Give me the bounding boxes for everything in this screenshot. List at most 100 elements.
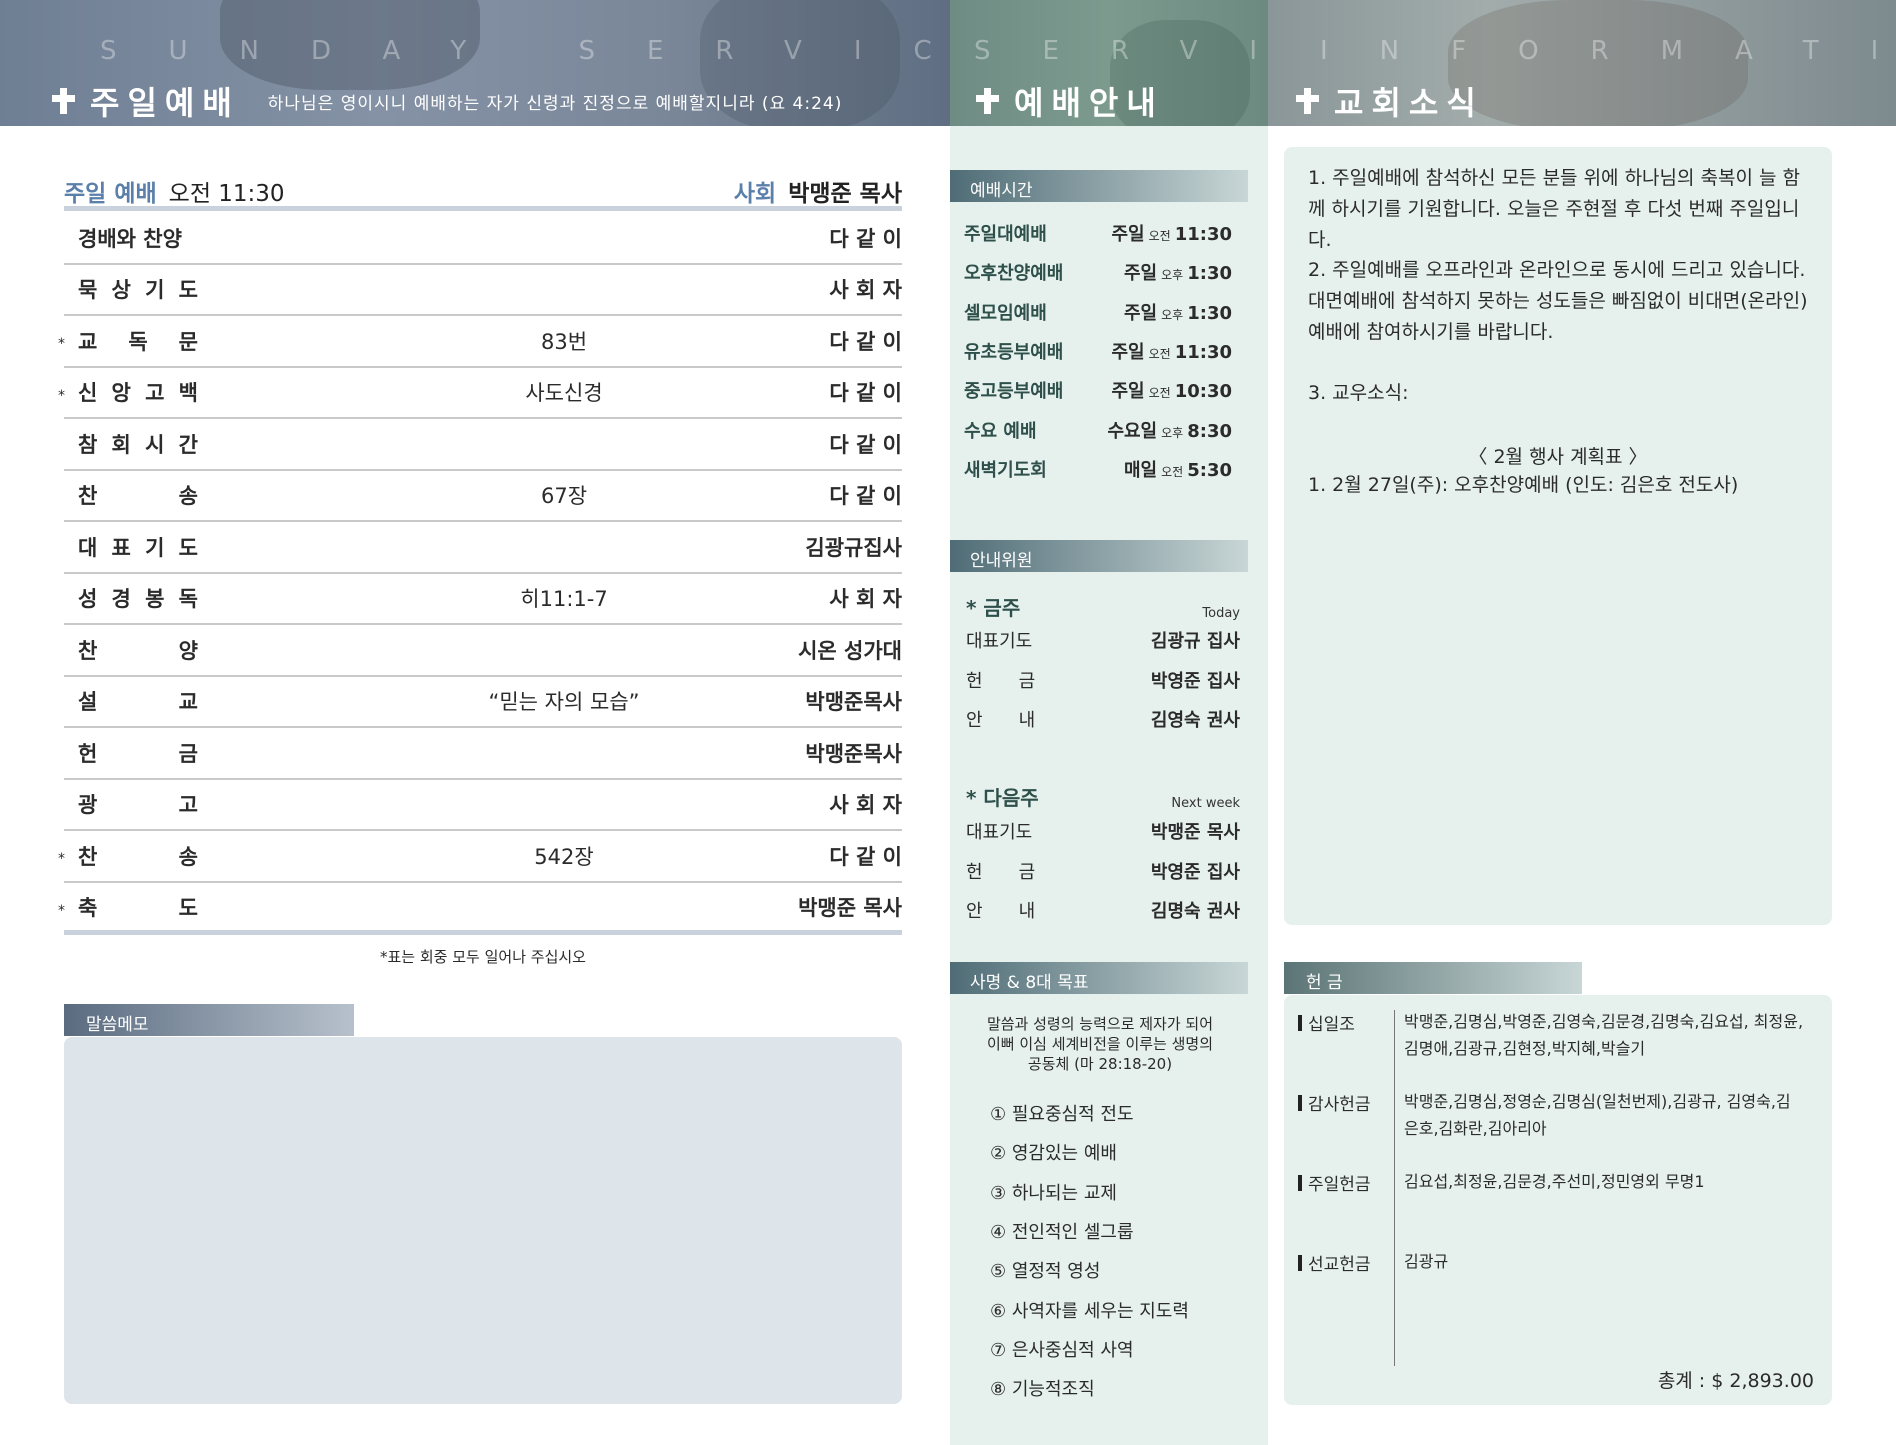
order-item-name: 경배와 찬양 bbox=[78, 223, 198, 253]
order-row: 광고사 회 자 bbox=[64, 780, 902, 831]
next-week-header: * 다음주 Next week bbox=[966, 782, 1240, 811]
order-item-leader: 박맹준 목사 bbox=[798, 896, 902, 921]
order-item-name-char: 찬 bbox=[78, 638, 98, 663]
offering-type-label: 감사헌금 bbox=[1308, 1095, 1371, 1115]
order-row: * 교 독 문 83번 다 같 이 bbox=[58, 316, 902, 368]
usher-role-char: 금 bbox=[1018, 670, 1036, 692]
order-of-worship: 경배와 찬양 다 같 이묵상기도사 회 자 * 교 독 문 83번 다 같 이 * 신 앙 고 백 사도신… bbox=[58, 213, 902, 934]
usher-role-char: 내 bbox=[1018, 901, 1036, 922]
mission-line: 말씀과 성령의 능력으로 제자가 되어 bbox=[986, 1015, 1214, 1033]
order-item-leader: 박맹준목사 bbox=[805, 741, 902, 766]
order-item-leader: 사 회 자 bbox=[829, 587, 902, 612]
worship-day: 주일 bbox=[1124, 263, 1158, 285]
order-item-leader: 박맹준목사 bbox=[805, 690, 902, 715]
banner-title: 예배안내 bbox=[1014, 84, 1164, 122]
order-item-name-char: 설 bbox=[78, 690, 98, 715]
worship-name: 수요 예배 bbox=[964, 420, 1037, 442]
usher-person: 김영숙 권사 bbox=[1150, 710, 1240, 731]
offering-names: 김광규 bbox=[1404, 1252, 1449, 1271]
order-item-leader: 다 같 이 bbox=[829, 844, 902, 869]
presider-name: 박맹준 목사 bbox=[788, 181, 902, 207]
goal-item: ② 영감있는 예배 bbox=[990, 1143, 1117, 1165]
usher-person: 박맹준 목사 bbox=[1150, 822, 1240, 843]
usher-person: 김광규 집사 bbox=[1150, 631, 1240, 652]
worship-time-row: 새벽기도회 매일 오전 5:30 bbox=[964, 456, 1232, 481]
order-item-name-char: 고 bbox=[178, 793, 198, 818]
worship-day: 수요일 bbox=[1107, 420, 1158, 442]
bullet-bar bbox=[1298, 1014, 1302, 1031]
order-item-name-char: 묵 bbox=[78, 278, 98, 303]
divider bbox=[64, 930, 902, 935]
worship-time: 11:30 bbox=[1174, 224, 1232, 245]
worship-ampm: 오전 bbox=[1148, 386, 1171, 401]
usher-role-char: 내 bbox=[1018, 710, 1036, 731]
worship-ampm: 오전 bbox=[1148, 346, 1171, 361]
worship-day: 매일 bbox=[1124, 459, 1158, 481]
goal-item: ⑧ 기능적조직 bbox=[990, 1379, 1095, 1401]
order-item-name: 묵상기도 bbox=[78, 274, 198, 304]
order-row: 경배와 찬양 다 같 이 bbox=[64, 213, 902, 265]
memo-area bbox=[64, 1037, 902, 1404]
worship-time-row: 중고등부예배 주일 오전 10:30 bbox=[964, 377, 1232, 402]
worship-ampm: 오후 bbox=[1161, 307, 1184, 322]
church-news-banner: INFORMATION 교회소식 bbox=[1268, 0, 1896, 126]
order-row: 참회시간 다 같 이 bbox=[64, 419, 902, 471]
usher-row: 헌 금 박영준 집사 bbox=[966, 858, 1240, 884]
order-item-leader: 김광규집사 bbox=[805, 535, 902, 560]
standing-mark: * bbox=[58, 387, 65, 404]
worship-day: 주일 bbox=[1111, 224, 1145, 245]
worship-name: 새벽기도회 bbox=[964, 459, 1047, 481]
mission-text: 말씀과 성령의 능력으로 제자가 되어 이뻐 이심 세계비전을 이루는 생명의 … bbox=[966, 1014, 1234, 1074]
worship-schedule: 수요일 오후 8:30 bbox=[1094, 417, 1232, 442]
order-item-name-char: 도 bbox=[178, 535, 198, 560]
order-row: 대 표 기 도 김광규집사 bbox=[64, 522, 902, 574]
service-info-banner: SERVICE 예배안내 bbox=[950, 0, 1268, 126]
worship-day: 주일 bbox=[1124, 302, 1158, 324]
order-item-leader: 다 같 이 bbox=[829, 484, 902, 509]
usher-row: 헌 금 박영준 집사 bbox=[966, 667, 1240, 693]
order-item-name: 신앙고백 bbox=[78, 377, 198, 407]
news-item-3: 3. 교우소식: bbox=[1308, 382, 1409, 404]
usher-role-char: 안 bbox=[966, 901, 983, 922]
order-item-leader: 다 같 이 bbox=[829, 226, 902, 251]
usher-role-char: 금 bbox=[1018, 861, 1036, 883]
this-week-header: * 금주 Today bbox=[966, 592, 1240, 621]
worship-name: 셀모임예배 bbox=[964, 302, 1047, 324]
order-row: 찬 송 67장 다 같 이 bbox=[64, 471, 902, 522]
order-item-detail: 83번 bbox=[540, 329, 588, 354]
usher-role-char: 헌 bbox=[966, 670, 983, 692]
worship-time: 8:30 bbox=[1187, 420, 1232, 442]
order-item-name-char: 독 bbox=[128, 329, 148, 354]
order-item-leader: 다 같 이 bbox=[829, 432, 902, 457]
order-item-name-char: 상 bbox=[111, 278, 131, 303]
order-item-name: 성경봉독 bbox=[78, 583, 198, 613]
order-row: 찬 양 시온 성가대 bbox=[64, 625, 902, 677]
usher-role: 헌금 bbox=[966, 667, 1126, 693]
worship-name: 주일대예배 bbox=[964, 224, 1047, 245]
divider bbox=[64, 206, 902, 211]
this-week-label: * 금주 bbox=[966, 596, 1021, 620]
usher-person: 박영준 집사 bbox=[1150, 861, 1240, 883]
order-item-name: 참회시간 bbox=[78, 429, 198, 459]
order-item-name-char: 기 bbox=[145, 278, 165, 303]
order-item-name-char: 헌 bbox=[78, 741, 98, 766]
worship-name: 유초등부예배 bbox=[964, 341, 1064, 363]
banner-verse: 하나님은 영이시니 예배하는 자가 신령과 진정으로 예배할지니라 (요 4:2… bbox=[267, 93, 843, 114]
offering-type: 감사헌금 bbox=[1298, 1090, 1371, 1115]
usher-role: 대표기도 bbox=[966, 627, 1126, 653]
order-item-name-char: 봉 bbox=[145, 587, 165, 612]
order-item-name-char: 양 bbox=[178, 638, 198, 663]
goal-item: ④ 전인적인 셀그룹 bbox=[990, 1221, 1134, 1243]
standing-mark: * bbox=[58, 902, 65, 919]
plan-title: 〈 2월 행사 계획표 〉 bbox=[1468, 446, 1648, 468]
order-item-name: 교독문 bbox=[78, 326, 198, 356]
worship-times-label: 예배시간 bbox=[950, 170, 1248, 202]
order-item-name-char: 간 bbox=[178, 432, 198, 457]
divider bbox=[1394, 1010, 1395, 1366]
usher-role: 대표기도 bbox=[966, 818, 1126, 844]
order-row: 설 교 “믿는 자의 모습” 박맹준목사 bbox=[64, 677, 902, 728]
worship-ampm: 오후 bbox=[1161, 268, 1184, 283]
worship-time-row: 주일대예배 주일 오전 11:30 bbox=[964, 220, 1232, 245]
offering-names: 박맹준,김명심,정영순,김명심(일천번제),김광규, 김영숙,김은호,김화란,김… bbox=[1404, 1092, 1791, 1138]
worship-ampm: 오전 bbox=[1148, 229, 1171, 243]
